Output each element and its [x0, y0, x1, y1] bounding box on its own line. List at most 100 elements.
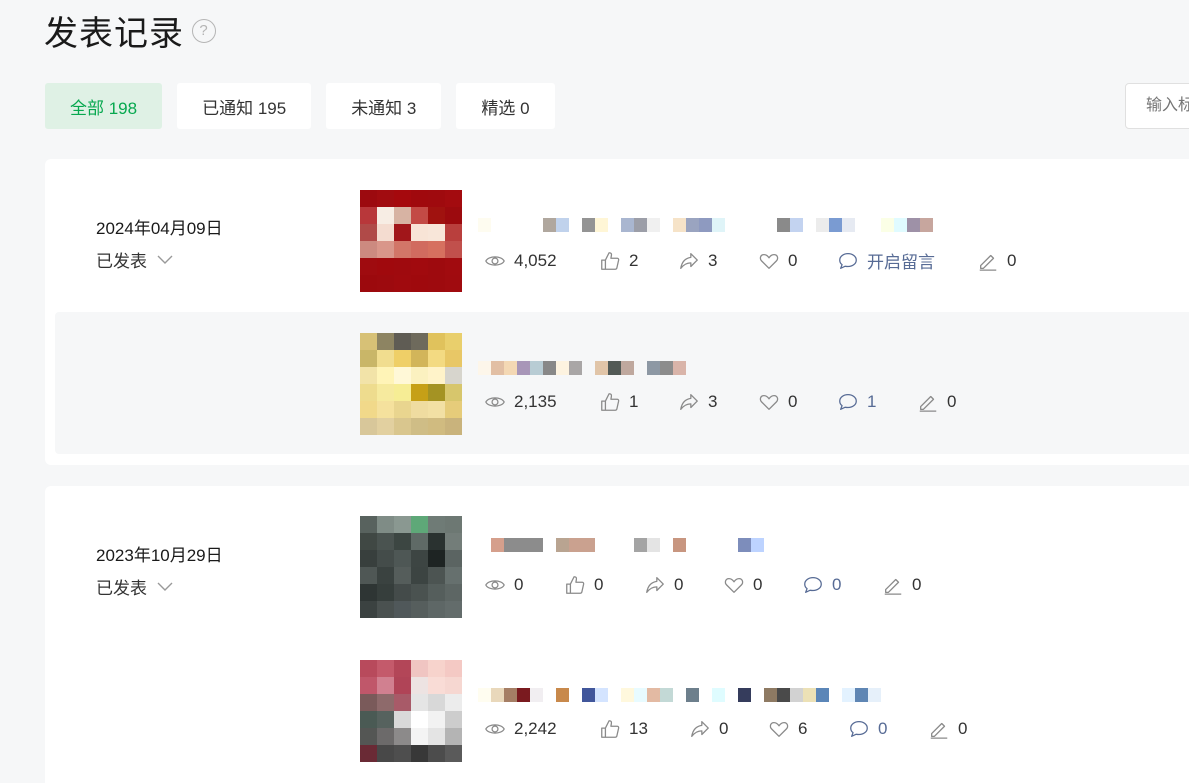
favorites-count: 0: [788, 250, 798, 270]
comments-stat[interactable]: 开启留言: [837, 248, 977, 273]
edits-stat: 0: [882, 574, 921, 596]
shares-stat: 3: [678, 250, 758, 272]
favorites-count: 6: [798, 719, 808, 738]
search-input[interactable]: [1125, 83, 1189, 129]
help-icon[interactable]: ?: [192, 18, 216, 43]
thumbs-up-icon: [601, 251, 620, 270]
status-label: 已发表: [96, 252, 147, 271]
edits-count: 0: [947, 392, 957, 411]
heart-icon: [759, 394, 779, 410]
article-stats: 0 0 0 0 0 0: [484, 574, 921, 596]
views-stat: 2,242: [484, 718, 599, 740]
share-icon: [680, 394, 698, 410]
page-title: 发表记录 ?: [44, 6, 216, 55]
pen-icon: [884, 578, 902, 595]
comments-stat[interactable]: 0: [802, 574, 882, 596]
share-icon: [646, 577, 664, 593]
comments-count[interactable]: 1: [867, 392, 876, 412]
eye-icon: [485, 255, 505, 266]
page-title-text: 发表记录: [44, 15, 184, 53]
heart-icon: [769, 721, 789, 737]
thumbs-up-icon: [601, 393, 620, 411]
views-stat: 0: [484, 574, 564, 596]
shares-stat: 3: [678, 391, 758, 413]
views-stat: 4,052: [484, 250, 599, 272]
publish-status[interactable]: 已发表: [96, 247, 223, 272]
shares-stat: 0: [689, 718, 768, 740]
comments-count[interactable]: 0: [878, 719, 887, 739]
article-title-blurred[interactable]: [478, 218, 933, 232]
pen-icon: [919, 395, 937, 412]
comments-stat[interactable]: 1: [837, 391, 917, 413]
comments-count[interactable]: 0: [832, 575, 841, 595]
heart-icon: [759, 253, 779, 269]
thumbs-up-icon: [566, 576, 585, 594]
favorites-count: 0: [788, 392, 798, 411]
comment-icon: [804, 577, 822, 593]
article-title-blurred[interactable]: [478, 361, 686, 375]
chevron-down-icon: [157, 255, 173, 264]
comment-icon: [850, 721, 868, 737]
publish-group: 2024年04月09日 已发表 4,052 2 3 0 开启留言 0 2,135…: [45, 159, 1189, 465]
article-item[interactable]: 2,135 1 3 0 1 0: [360, 333, 1189, 435]
share-icon: [691, 721, 709, 737]
pen-icon: [979, 254, 997, 271]
likes-stat: 0: [564, 574, 644, 596]
comments-stat[interactable]: 0: [848, 718, 928, 740]
group-date-block: 2023年10月29日 已发表: [96, 541, 223, 599]
likes-count: 13: [629, 719, 648, 738]
likes-count: 1: [629, 392, 639, 411]
views-count: 2,135: [514, 392, 557, 411]
likes-count: 2: [629, 250, 639, 270]
publish-group: 2023年10月29日 已发表 0 0 0 0 0 0 2,242 13 0 6…: [45, 486, 1189, 783]
edits-count: 0: [1007, 250, 1017, 270]
article-stats: 2,135 1 3 0 1 0: [484, 391, 956, 413]
eye-icon: [485, 397, 505, 407]
article-stats: 2,242 13 0 6 0 0: [484, 718, 967, 740]
chevron-down-icon: [157, 582, 173, 591]
edits-stat: 0: [977, 250, 1016, 272]
filter-tabs: 全部 198 已通知 195 未通知 3 精选 0: [45, 83, 555, 129]
article-thumbnail[interactable]: [360, 660, 462, 762]
edits-count: 0: [912, 575, 922, 594]
group-date-block: 2024年04月09日 已发表: [96, 214, 223, 272]
comment-icon: [839, 252, 857, 269]
tab-featured[interactable]: 精选 0: [456, 83, 555, 129]
publish-date: 2023年10月29日: [96, 546, 223, 565]
thumbs-up-icon: [601, 720, 620, 738]
publish-status[interactable]: 已发表: [96, 574, 223, 599]
favorites-stat: 0: [758, 391, 837, 413]
favorites-stat: 0: [758, 250, 837, 272]
article-item[interactable]: 0 0 0 0 0 0: [360, 516, 1189, 618]
shares-count: 0: [674, 575, 684, 594]
article-stats: 4,052 2 3 0 开启留言 0: [484, 248, 1016, 273]
likes-count: 0: [594, 575, 604, 594]
edits-stat: 0: [917, 391, 956, 413]
pen-icon: [930, 722, 948, 739]
favorites-stat: 6: [768, 718, 848, 740]
eye-icon: [485, 724, 505, 734]
article-item[interactable]: 2,242 13 0 6 0 0: [360, 660, 1189, 762]
status-label: 已发表: [96, 579, 147, 598]
favorites-count: 0: [753, 575, 763, 594]
article-thumbnail[interactable]: [360, 333, 462, 435]
heart-icon: [724, 577, 744, 593]
publish-date: 2024年04月09日: [96, 219, 223, 238]
article-title-blurred[interactable]: [478, 688, 881, 702]
article-thumbnail[interactable]: [360, 516, 462, 618]
share-icon: [680, 252, 698, 269]
edits-stat: 0: [928, 718, 967, 740]
views-count: 2,242: [514, 719, 557, 738]
tab-notified[interactable]: 已通知 195: [177, 83, 312, 129]
tab-not-notified[interactable]: 未通知 3: [326, 83, 442, 129]
article-title-blurred[interactable]: [478, 538, 898, 562]
article-thumbnail[interactable]: [360, 190, 462, 292]
shares-count: 3: [708, 250, 718, 270]
comments-label[interactable]: 开启留言: [867, 248, 935, 273]
likes-stat: 1: [599, 391, 678, 413]
favorites-stat: 0: [723, 574, 802, 596]
shares-count: 3: [708, 392, 718, 411]
tab-all[interactable]: 全部 198: [45, 83, 163, 129]
likes-stat: 13: [599, 718, 689, 740]
article-item[interactable]: 4,052 2 3 0 开启留言 0: [360, 190, 1189, 292]
